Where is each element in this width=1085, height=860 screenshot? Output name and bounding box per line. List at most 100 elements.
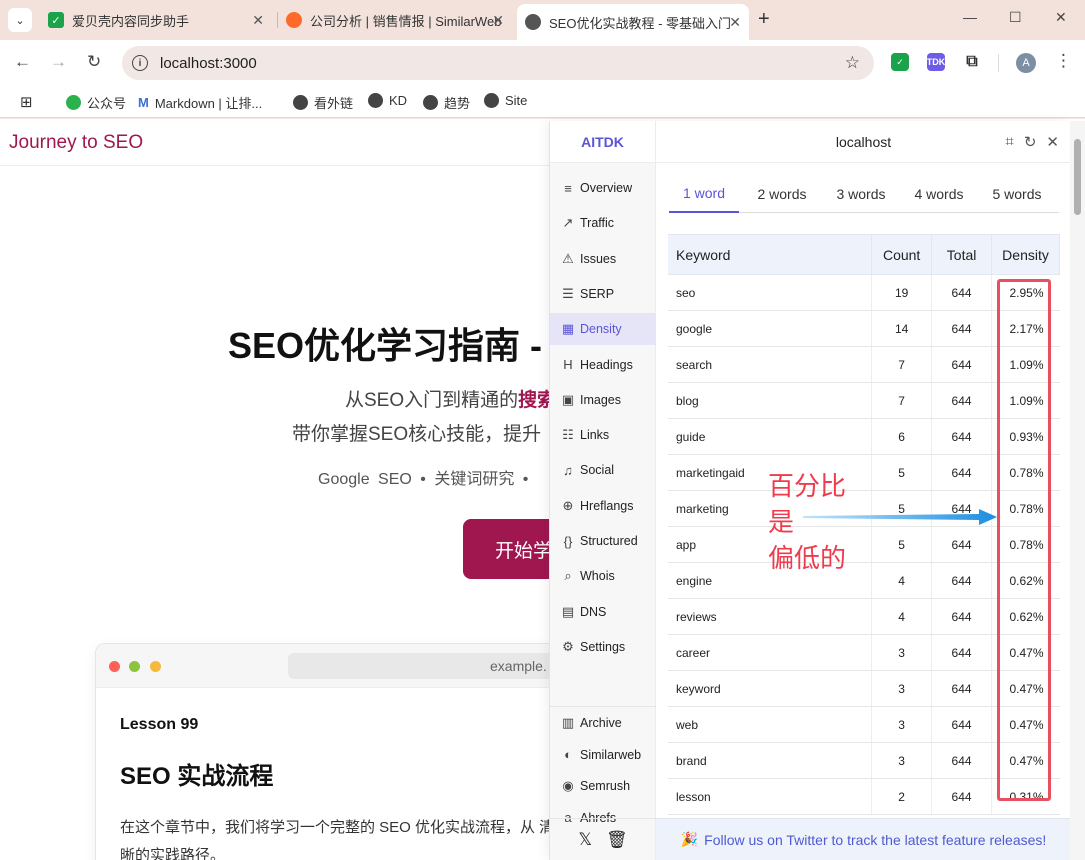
tab-similarweb[interactable]: 公司分析 | 销售情报 | SimilarWeb ✕ <box>278 6 512 34</box>
bookmark-site[interactable]: Site <box>484 93 527 108</box>
table-row[interactable]: blog 7 644 1.09% <box>668 382 1060 419</box>
new-tab-button[interactable]: + <box>758 8 770 31</box>
apps-grid-icon[interactable]: ⊞ <box>20 93 33 111</box>
sidebar-item-images[interactable]: ▣ Images <box>550 384 656 416</box>
more-menu-icon[interactable]: ⋮ <box>1055 51 1072 71</box>
tab-4-words[interactable]: 4 words <box>904 175 974 213</box>
sidebar-item-semrush[interactable]: ◉ Semrush <box>550 770 656 802</box>
density-cell: 0.78% <box>991 526 1060 563</box>
density-cell: 2.17% <box>991 310 1060 347</box>
sidebar-item-density[interactable]: ▦ Density <box>550 313 656 346</box>
close-tab-icon[interactable]: ✕ <box>252 12 264 29</box>
total-cell: 644 <box>931 562 992 599</box>
bookmark-star-icon[interactable]: ☆ <box>845 53 860 73</box>
table-row[interactable]: lesson 2 644 0.31% <box>668 778 1060 815</box>
scrollbar-thumb[interactable] <box>1074 139 1081 215</box>
address-bar[interactable]: i localhost:3000 ☆ <box>122 46 874 80</box>
panel-host: localhost ⌗ ↻ ✕ <box>656 121 1071 163</box>
count-cell: 5 <box>871 526 932 563</box>
table-row[interactable]: keyword 3 644 0.47% <box>668 670 1060 707</box>
close-icon[interactable]: ✕ <box>1046 133 1059 151</box>
column-keyword[interactable]: Keyword <box>668 234 873 275</box>
minimize-button[interactable]: — <box>963 9 977 25</box>
tab-aibeike[interactable]: ✓ 爱贝壳内容同步助手 ✕ <box>40 6 272 34</box>
close-window-button[interactable]: ✕ <box>1055 9 1067 26</box>
bookmark-trend[interactable]: 趋势 <box>423 93 470 112</box>
density-cell: 0.31% <box>991 778 1060 815</box>
bookmark-markdown[interactable]: M Markdown | 让排... <box>138 93 262 112</box>
column-total[interactable]: Total <box>931 234 993 275</box>
sidebar-item-structured[interactable]: {} Structured <box>550 525 656 557</box>
sidebar-item-settings[interactable]: ⚙ Settings <box>550 631 656 663</box>
site-logo[interactable]: Journey to SEO <box>9 132 143 154</box>
table-row[interactable]: brand 3 644 0.47% <box>668 742 1060 779</box>
total-cell: 644 <box>931 634 992 671</box>
bookmark-kd[interactable]: KD <box>368 93 407 108</box>
profile-avatar[interactable]: A <box>1016 53 1036 73</box>
density-cell: 1.09% <box>991 382 1060 419</box>
count-cell: 5 <box>871 454 932 491</box>
column-count[interactable]: Count <box>871 234 933 275</box>
sidebar-item-traffic[interactable]: ↗ Traffic <box>550 207 656 239</box>
sidebar-item-social[interactable]: ♫ Social <box>550 454 656 486</box>
overview-icon: ≡ <box>564 180 572 196</box>
twitter-follow-banner[interactable]: 🎉 Follow us on Twitter to track the late… <box>656 818 1071 860</box>
sidebar-item-similarweb[interactable]: ◐ Similarweb <box>550 739 656 771</box>
demo-url-bar: example. <box>288 653 574 679</box>
density-chart-icon: ▦ <box>561 321 575 337</box>
count-cell: 3 <box>871 742 932 779</box>
sidebar-item-overview[interactable]: ≡ Overview <box>550 172 656 204</box>
tab-1-word[interactable]: 1 word <box>669 175 739 213</box>
bookmark-waillian[interactable]: 看外链 <box>293 93 353 112</box>
x-twitter-icon[interactable]: 𝕏 <box>578 830 592 850</box>
check-extension-icon[interactable]: ✓ <box>891 53 909 71</box>
table-row[interactable]: career 3 644 0.47% <box>668 634 1060 671</box>
tab-3-words[interactable]: 3 words <box>826 175 896 213</box>
globe-icon <box>368 93 383 108</box>
forward-button[interactable]: → <box>50 52 67 72</box>
close-tab-icon[interactable]: ✕ <box>492 12 504 29</box>
tab-search-button[interactable]: ⌄ <box>8 8 32 32</box>
table-row[interactable]: reviews 4 644 0.62% <box>668 598 1060 635</box>
close-tab-icon[interactable]: ✕ <box>729 14 741 31</box>
puzzle-extensions-icon[interactable]: ⧉ <box>963 53 981 71</box>
tab-2-words[interactable]: 2 words <box>747 175 817 213</box>
sidebar-item-archive[interactable]: ▥ Archive <box>550 707 656 739</box>
browser-toolbar: ← → ↻ i localhost:3000 ☆ ✓ TDK ⧉ A ⋮ <box>0 40 1085 86</box>
reload-button[interactable]: ↻ <box>87 52 101 72</box>
density-cell: 1.09% <box>991 346 1060 383</box>
sidebar-item-issues[interactable]: ⚠ Issues <box>550 243 656 275</box>
table-row[interactable]: web 3 644 0.47% <box>668 706 1060 743</box>
table-row[interactable]: search 7 644 1.09% <box>668 346 1060 383</box>
page-scrollbar[interactable] <box>1070 121 1085 860</box>
table-row[interactable]: guide 6 644 0.93% <box>668 418 1060 455</box>
sidebar-item-headings[interactable]: H Headings <box>550 349 656 381</box>
tab-5-words[interactable]: 5 words <box>982 175 1052 213</box>
table-row[interactable]: seo 19 644 2.95% <box>668 274 1060 311</box>
tab-seo-tutorial[interactable]: SEO优化实战教程 - 零基础入门 ✕ <box>517 4 749 40</box>
back-button[interactable]: ← <box>14 52 31 72</box>
banner-text[interactable]: Follow us on Twitter to track the latest… <box>704 832 1046 848</box>
sidebar-item-whois[interactable]: ⌕ Whois <box>550 560 656 592</box>
wechat-icon <box>66 95 81 110</box>
density-cell: 0.47% <box>991 634 1060 671</box>
sidebar-item-serp[interactable]: ☰ SERP <box>550 278 656 310</box>
trash-icon[interactable]: 🗑 <box>606 830 628 850</box>
globe-icon <box>423 95 438 110</box>
count-cell: 7 <box>871 382 932 419</box>
bookmark-label: Markdown | 让排... <box>154 96 263 111</box>
column-density[interactable]: Density <box>991 234 1060 275</box>
address-text[interactable]: localhost:3000 <box>160 55 257 72</box>
sidebar-item-dns[interactable]: ▤ DNS <box>550 596 656 628</box>
check-favicon-icon: ✓ <box>48 12 64 28</box>
maximize-button[interactable]: ☐ <box>1009 9 1022 26</box>
table-row[interactable]: google 14 644 2.17% <box>668 310 1060 347</box>
bookmark-gongzhonghao[interactable]: 公众号 <box>66 93 126 112</box>
site-info-icon[interactable]: i <box>132 55 148 71</box>
count-cell: 3 <box>871 634 932 671</box>
refresh-icon[interactable]: ↻ <box>1024 133 1037 151</box>
tdk-extension-icon[interactable]: TDK <box>927 53 945 71</box>
sidebar-item-links[interactable]: ☷ Links <box>550 419 656 451</box>
sidebar-item-hreflangs[interactable]: ⊕ Hreflangs <box>550 490 656 522</box>
crop-icon[interactable]: ⌗ <box>1005 133 1013 151</box>
